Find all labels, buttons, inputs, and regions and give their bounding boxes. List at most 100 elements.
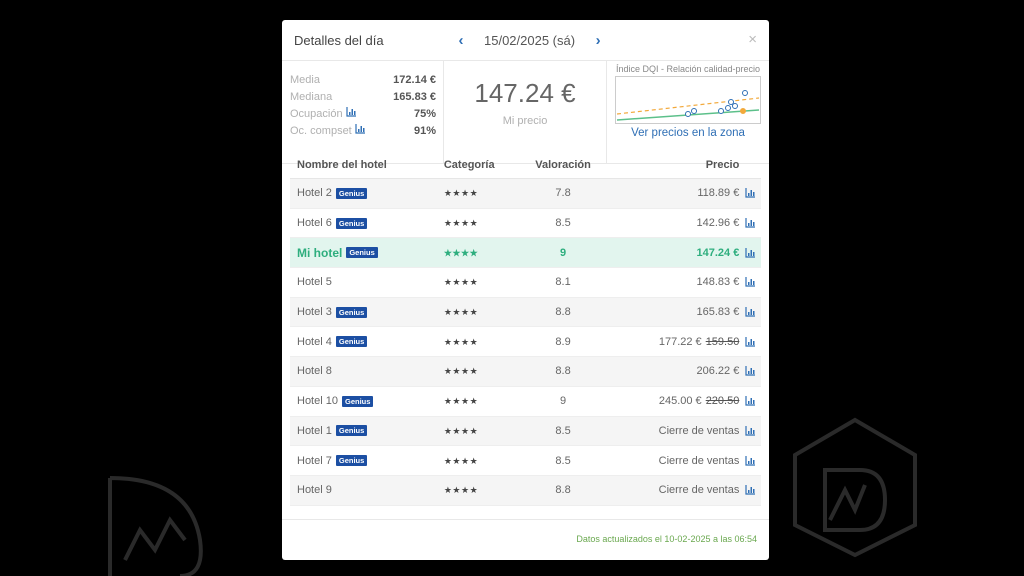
price-value: Cierre de ventas (658, 454, 740, 467)
dqi-point (691, 108, 697, 114)
rating-cell: 8.8 (555, 306, 571, 319)
bar-chart-icon[interactable] (739, 336, 761, 347)
bar-chart-icon[interactable] (739, 396, 761, 406)
hotel-name: Hotel 2 (297, 187, 332, 200)
category-cell: ★★★★ (437, 306, 525, 318)
stat-row: Ocupación 75% (290, 105, 436, 122)
price-cell: 177.22 €159.50 (601, 336, 739, 348)
price-value: 206.22 € (696, 365, 740, 378)
genius-badge: Genius (335, 187, 368, 199)
hotel-name: Hotel 5 (297, 276, 332, 289)
hotel-name: Hotel 10 (297, 395, 338, 408)
view-zone-prices-link[interactable]: Ver precios en la zona (607, 127, 769, 139)
bar-chart-icon[interactable] (739, 485, 761, 495)
day-details-modal: Detalles del día ‹ 15/02/2025 (sá) › × M… (282, 20, 769, 560)
stat-row: Oc. compset 91% (290, 122, 436, 139)
category-cell: ★★★★ (437, 276, 525, 288)
table-row[interactable]: Hotel 8 ★★★★ 8.8 206.22 € (290, 357, 761, 387)
bar-chart-icon[interactable] (355, 124, 366, 137)
genius-badge: Genius (335, 455, 368, 467)
category-cell: ★★★★ (437, 455, 525, 467)
category-cell: ★★★★ (437, 217, 525, 229)
hotel-name: Hotel 4 (297, 335, 332, 348)
hotel-name: Hotel 9 (297, 484, 332, 497)
price-cell: Cierre de ventas (601, 424, 740, 437)
dqi-point (725, 105, 731, 111)
bar-chart-icon[interactable] (739, 188, 761, 198)
genius-badge: Genius (346, 247, 378, 259)
price-value: 165.83 € (696, 306, 740, 319)
chevron-right-icon[interactable]: › (591, 32, 605, 49)
rating-cell: 8.5 (555, 217, 571, 230)
bar-chart-icon[interactable] (739, 218, 761, 228)
my-price-value: 147.24 € (474, 78, 576, 108)
table-row[interactable]: Hotel 2 Genius ★★★★ 7.8 118.89 € (290, 179, 761, 209)
hotel-name-cell: Hotel 1 Genius (290, 425, 437, 437)
category-cell: ★★★★ (437, 425, 525, 437)
my-price-box: 147.24 € Mi precio (444, 61, 606, 127)
dqi-panel: Índice DQI - Relación calidad-precio Ver… (607, 61, 769, 139)
table-row[interactable]: Hotel 6 Genius ★★★★ 8.5 142.96 € (290, 209, 761, 239)
bar-chart-icon[interactable] (739, 307, 761, 317)
dqi-scatter-chart[interactable] (615, 76, 761, 124)
stars-icon: ★★★★ (443, 247, 479, 258)
table-row[interactable]: Hotel 3 Genius ★★★★ 8.8 165.83 € (290, 297, 761, 328)
price-value: 177.22 € (658, 335, 702, 348)
hotel-name: Hotel 1 (297, 424, 332, 437)
header-name[interactable]: Nombre del hotel (290, 159, 437, 171)
stat-value: 165.83 € (393, 90, 436, 103)
price-cell: 206.22 € (601, 365, 740, 378)
table-row[interactable]: Hotel 5 ★★★★ 8.1 148.83 € (290, 268, 761, 298)
category-cell: ★★★★ (437, 336, 525, 348)
stat-row: Media 172.14 € (290, 71, 436, 88)
hotels-table: Nombre del hotel Categoría Valoración Pr… (290, 152, 761, 506)
chevron-left-icon[interactable]: ‹ (454, 32, 468, 49)
dqi-point (728, 99, 734, 105)
header-price[interactable]: Precio (601, 159, 740, 171)
stars-icon: ★★★★ (443, 307, 479, 318)
stars-icon: ★★★★ (443, 396, 479, 407)
header-category[interactable]: Categoría (437, 159, 525, 171)
table-row[interactable]: Hotel 4 Genius ★★★★ 8.9 177.22 €159.50 (290, 327, 761, 358)
table-header: Nombre del hotel Categoría Valoración Pr… (290, 152, 761, 179)
table-row-my-hotel[interactable]: Mi hotel Genius ★★★★ 9 147.24 € (290, 238, 761, 269)
price-value: Cierre de ventas (658, 424, 740, 437)
stat-label-text: Media (290, 73, 320, 86)
bar-chart-icon[interactable] (739, 277, 761, 288)
table-row[interactable]: Hotel 7 Genius ★★★★ 8.5 Cierre de ventas (290, 446, 761, 476)
close-icon[interactable]: × (748, 31, 757, 48)
table-body: Hotel 2 Genius ★★★★ 7.8 118.89 € Hotel 6 Geniu… (290, 179, 761, 506)
header-rating[interactable]: Valoración (525, 159, 602, 171)
price-cell: 165.83 € (601, 306, 740, 319)
stars-icon: ★★★★ (443, 425, 479, 436)
hotel-name-cell: Hotel 9 (290, 484, 437, 496)
price-cell: 142.96 € (601, 217, 740, 229)
rating-cell: 8.5 (555, 454, 571, 467)
bar-chart-icon[interactable] (739, 455, 761, 466)
genius-badge: Genius (335, 336, 368, 348)
genius-badge: Genius (335, 217, 368, 229)
category-cell: ★★★★ (437, 395, 525, 407)
table-row[interactable]: Hotel 1 Genius ★★★★ 8.5 Cierre de ventas (290, 416, 761, 447)
hotel-name-cell: Hotel 3 Genius (290, 306, 437, 318)
price-value: 118.89 € (697, 187, 740, 200)
stat-label-text: Mediana (290, 90, 333, 103)
bar-chart-icon[interactable] (739, 425, 761, 436)
genius-badge: Genius (341, 395, 374, 407)
bar-chart-icon[interactable] (345, 107, 357, 120)
hotel-name-cell: Hotel 7 Genius (290, 455, 437, 467)
hotel-name: Hotel 7 (297, 454, 332, 467)
genius-badge: Genius (335, 425, 368, 437)
hotel-name: Mi hotel (297, 245, 343, 260)
table-row[interactable]: Hotel 9 ★★★★ 8.8 Cierre de ventas (290, 475, 761, 506)
rating-cell: 8.5 (555, 424, 571, 437)
bar-chart-icon[interactable] (739, 366, 761, 377)
dqi-point (685, 111, 691, 117)
price-cell: 147.24 € (601, 247, 740, 259)
stars-icon: ★★★★ (443, 218, 479, 229)
table-row[interactable]: Hotel 10 Genius ★★★★ 9 245.00 €220.50 (290, 387, 761, 417)
hotel-name-cell: Hotel 5 (290, 276, 437, 288)
bar-chart-icon[interactable] (739, 247, 761, 258)
stars-icon: ★★★★ (443, 188, 479, 199)
hotel-name-cell: Hotel 8 (290, 365, 437, 377)
